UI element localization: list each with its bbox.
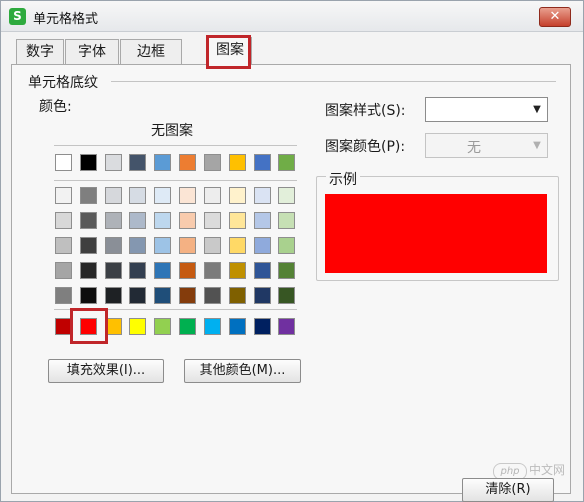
tab-highlight-frame bbox=[206, 35, 251, 69]
color-swatch[interactable] bbox=[105, 212, 122, 229]
color-swatch[interactable] bbox=[80, 154, 97, 171]
color-swatch[interactable] bbox=[229, 212, 246, 229]
color-swatch[interactable] bbox=[204, 287, 221, 304]
group-divider bbox=[111, 81, 556, 82]
tab-number[interactable]: 数字 bbox=[16, 39, 64, 64]
color-swatch[interactable] bbox=[229, 262, 246, 279]
color-swatch[interactable] bbox=[154, 212, 171, 229]
color-swatch[interactable] bbox=[179, 287, 196, 304]
color-swatch[interactable] bbox=[278, 187, 295, 204]
color-swatch[interactable] bbox=[80, 187, 97, 204]
color-swatch[interactable] bbox=[229, 237, 246, 254]
cell-shading-group-label: 单元格底纹 bbox=[28, 75, 98, 91]
palette-divider-top bbox=[54, 145, 297, 146]
color-swatch[interactable] bbox=[55, 287, 72, 304]
color-swatch[interactable] bbox=[204, 187, 221, 204]
color-swatch[interactable] bbox=[105, 187, 122, 204]
standard-color-swatch[interactable] bbox=[278, 318, 295, 335]
color-label: 颜色: bbox=[39, 99, 72, 115]
color-swatch[interactable] bbox=[80, 212, 97, 229]
color-swatch[interactable] bbox=[278, 154, 295, 171]
pattern-style-label: 图案样式(S): bbox=[325, 103, 406, 119]
palette-divider-bottom bbox=[54, 309, 297, 310]
standard-color-swatch[interactable] bbox=[179, 318, 196, 335]
color-swatch[interactable] bbox=[129, 287, 146, 304]
color-swatch[interactable] bbox=[80, 262, 97, 279]
color-swatch[interactable] bbox=[154, 262, 171, 279]
palette-divider-middle bbox=[54, 180, 297, 181]
sample-preview bbox=[325, 194, 547, 273]
color-swatch[interactable] bbox=[55, 262, 72, 279]
color-swatch[interactable] bbox=[179, 212, 196, 229]
color-swatch[interactable] bbox=[129, 237, 146, 254]
standard-color-swatch[interactable] bbox=[154, 318, 171, 335]
color-swatch[interactable] bbox=[179, 154, 196, 171]
standard-color-swatch[interactable] bbox=[80, 318, 97, 335]
color-swatch[interactable] bbox=[254, 154, 271, 171]
color-swatch[interactable] bbox=[55, 187, 72, 204]
color-swatch[interactable] bbox=[105, 237, 122, 254]
color-swatch[interactable] bbox=[179, 262, 196, 279]
dialog-title: 单元格格式 bbox=[33, 12, 99, 27]
color-swatch[interactable] bbox=[154, 237, 171, 254]
color-swatch[interactable] bbox=[229, 154, 246, 171]
chevron-down-icon: ▼ bbox=[533, 140, 541, 151]
color-swatch[interactable] bbox=[55, 237, 72, 254]
standard-color-swatch[interactable] bbox=[229, 318, 246, 335]
pattern-color-value: 无 bbox=[467, 140, 481, 156]
color-swatch[interactable] bbox=[204, 262, 221, 279]
color-swatch[interactable] bbox=[278, 237, 295, 254]
color-swatch[interactable] bbox=[105, 287, 122, 304]
no-pattern-option[interactable]: 无图案 bbox=[151, 120, 193, 140]
color-swatch[interactable] bbox=[154, 187, 171, 204]
color-swatch[interactable] bbox=[105, 154, 122, 171]
color-swatch[interactable] bbox=[154, 287, 171, 304]
color-swatch[interactable] bbox=[254, 212, 271, 229]
color-swatch[interactable] bbox=[229, 187, 246, 204]
standard-color-swatch[interactable] bbox=[105, 318, 122, 335]
title-bar: S 单元格格式 ✕ bbox=[1, 1, 583, 32]
sample-label: 示例 bbox=[326, 169, 360, 189]
color-swatch[interactable] bbox=[80, 287, 97, 304]
color-swatch[interactable] bbox=[129, 212, 146, 229]
color-swatch[interactable] bbox=[204, 154, 221, 171]
color-swatch[interactable] bbox=[229, 287, 246, 304]
watermark-text: 中文网 bbox=[529, 463, 566, 477]
standard-color-swatch[interactable] bbox=[55, 318, 72, 335]
tab-font[interactable]: 字体 bbox=[65, 39, 119, 64]
standard-color-swatch[interactable] bbox=[204, 318, 221, 335]
wps-spreadsheet-icon: S bbox=[9, 8, 26, 25]
close-button[interactable]: ✕ bbox=[539, 7, 571, 27]
standard-color-swatch[interactable] bbox=[254, 318, 271, 335]
color-swatch[interactable] bbox=[55, 212, 72, 229]
color-swatch[interactable] bbox=[254, 237, 271, 254]
color-swatch[interactable] bbox=[129, 262, 146, 279]
pattern-color-label: 图案颜色(P): bbox=[325, 139, 406, 155]
color-swatch[interactable] bbox=[179, 187, 196, 204]
color-swatch[interactable] bbox=[129, 187, 146, 204]
format-cells-dialog: S 单元格格式 ✕ 数字 字体 边框 图案 单元格底纹 颜色: 无图案 填充效果… bbox=[0, 0, 584, 502]
pattern-color-dropdown[interactable]: 无 ▼ bbox=[425, 133, 548, 158]
color-swatch[interactable] bbox=[254, 287, 271, 304]
color-swatch[interactable] bbox=[204, 237, 221, 254]
color-swatch[interactable] bbox=[254, 187, 271, 204]
standard-color-swatch[interactable] bbox=[129, 318, 146, 335]
color-swatch[interactable] bbox=[204, 212, 221, 229]
tab-border[interactable]: 边框 bbox=[120, 39, 182, 64]
color-swatch[interactable] bbox=[105, 262, 122, 279]
color-swatch[interactable] bbox=[154, 154, 171, 171]
color-swatch[interactable] bbox=[278, 262, 295, 279]
color-swatch[interactable] bbox=[254, 262, 271, 279]
color-swatch[interactable] bbox=[179, 237, 196, 254]
pattern-style-dropdown[interactable]: ▼ bbox=[425, 97, 548, 122]
color-swatch[interactable] bbox=[278, 212, 295, 229]
color-swatch[interactable] bbox=[278, 287, 295, 304]
more-colors-button[interactable]: 其他颜色(M)... bbox=[184, 359, 301, 383]
color-swatch[interactable] bbox=[129, 154, 146, 171]
fill-effects-button[interactable]: 填充效果(I)... bbox=[48, 359, 164, 383]
color-swatch[interactable] bbox=[55, 154, 72, 171]
chevron-down-icon: ▼ bbox=[533, 104, 541, 115]
color-swatch[interactable] bbox=[80, 237, 97, 254]
clear-button[interactable]: 清除(R) bbox=[462, 478, 554, 502]
